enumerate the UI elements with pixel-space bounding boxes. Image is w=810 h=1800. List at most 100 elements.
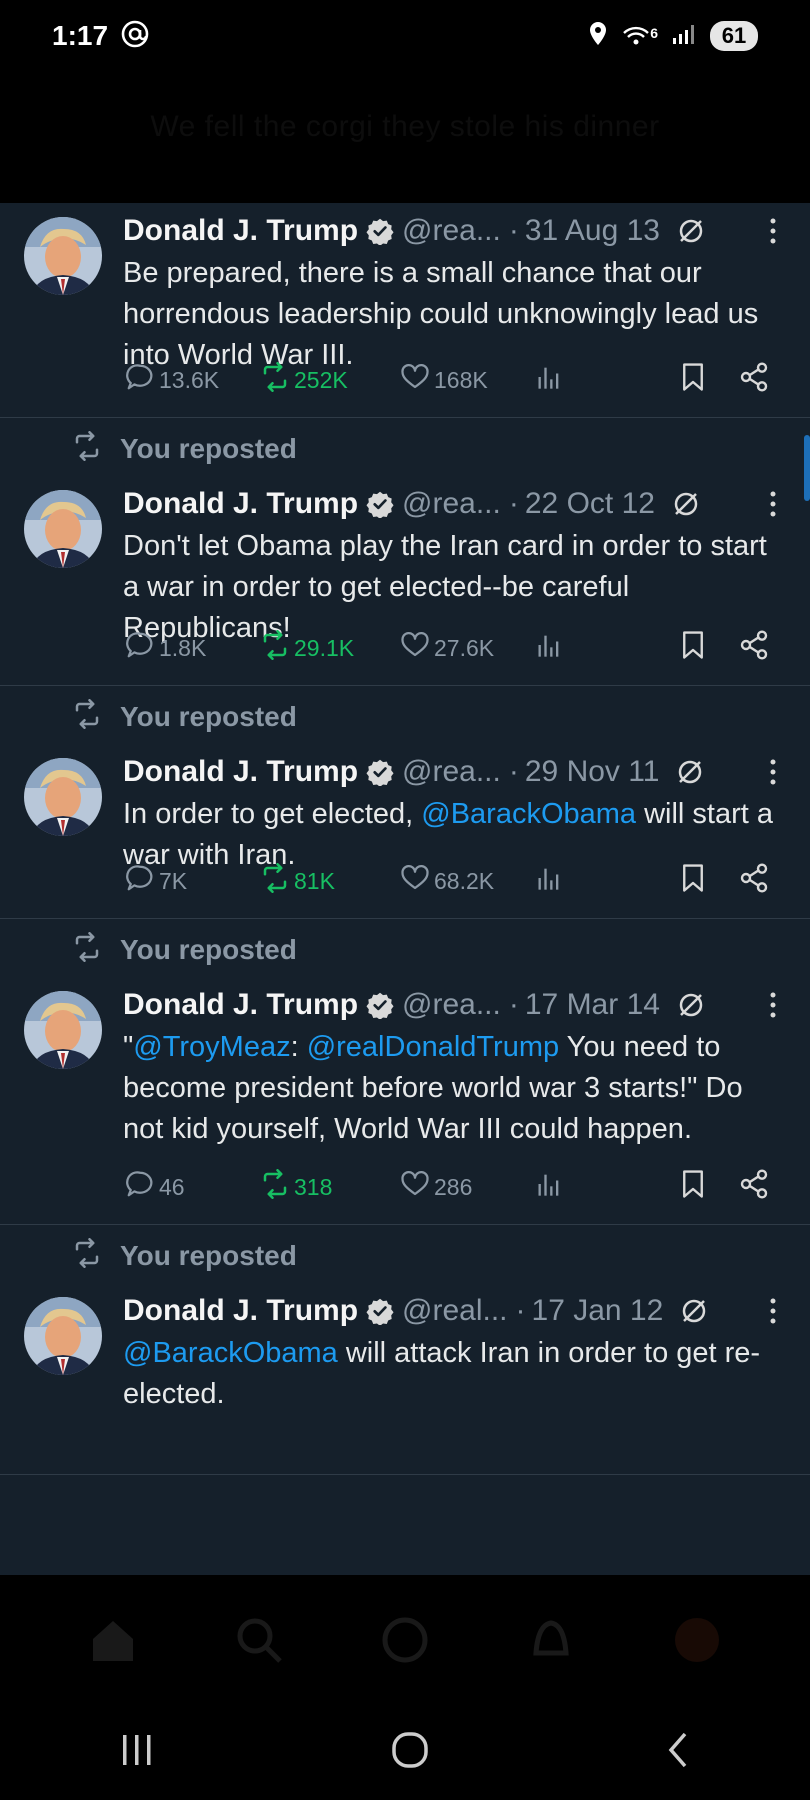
like-icon bbox=[400, 630, 430, 666]
more-vertical-icon[interactable] bbox=[768, 1296, 782, 1326]
slash-circle-icon[interactable] bbox=[675, 757, 705, 787]
author-handle[interactable]: @real... bbox=[402, 1294, 507, 1328]
bell-icon[interactable] bbox=[526, 1615, 576, 1665]
bookmark-button[interactable] bbox=[678, 1169, 708, 1205]
views-icon bbox=[535, 864, 563, 898]
post-header: Donald J. Trump @rea... · 29 Nov 11 bbox=[123, 752, 782, 792]
like-button[interactable]: 27.6K bbox=[400, 630, 535, 666]
more-vertical-icon[interactable] bbox=[768, 216, 782, 246]
more-vertical-icon[interactable] bbox=[768, 489, 782, 519]
location-icon bbox=[588, 21, 608, 52]
post[interactable]: You reposted Donald J. Trump @rea... · 2… bbox=[0, 686, 810, 919]
views-icon bbox=[535, 631, 563, 665]
views-button[interactable] bbox=[535, 864, 665, 898]
more-vertical-icon[interactable] bbox=[768, 990, 782, 1020]
author-name[interactable]: Donald J. Trump bbox=[123, 1294, 358, 1328]
profile-icon[interactable] bbox=[672, 1615, 722, 1665]
scrollbar-thumb[interactable] bbox=[804, 435, 810, 501]
reply-count: 13.6K bbox=[159, 366, 220, 393]
author-name[interactable]: Donald J. Trump bbox=[123, 755, 358, 789]
status-bar: 1:17 6 61 bbox=[0, 0, 810, 72]
search-icon[interactable] bbox=[234, 1615, 284, 1665]
repost-button[interactable]: 318 bbox=[260, 1169, 400, 1205]
repost-icon bbox=[260, 863, 290, 899]
post[interactable]: You reposted Donald J. Trump @rea... · 1… bbox=[0, 919, 810, 1225]
post[interactable]: You reposted Donald J. Trump @rea... · 2… bbox=[0, 418, 810, 686]
reply-button[interactable]: 7K bbox=[125, 863, 260, 899]
like-button[interactable]: 168K bbox=[400, 362, 535, 398]
post-text: "@TroyMeaz: @realDonaldTrump You need to… bbox=[123, 1027, 782, 1150]
ghost-caption: We fell the corgi they stole his dinner bbox=[150, 110, 660, 143]
like-button[interactable]: 68.2K bbox=[400, 863, 535, 899]
slash-circle-icon[interactable] bbox=[679, 1296, 709, 1326]
author-handle[interactable]: @rea... bbox=[402, 214, 501, 248]
avatar[interactable] bbox=[24, 217, 102, 295]
avatar[interactable] bbox=[24, 490, 102, 568]
post-text: Be prepared, there is a small chance tha… bbox=[123, 253, 782, 376]
avatar[interactable] bbox=[24, 758, 102, 836]
mention-link[interactable]: @TroyMeaz bbox=[133, 1031, 290, 1063]
repost-label: You reposted bbox=[120, 433, 297, 464]
author-name[interactable]: Donald J. Trump bbox=[123, 988, 358, 1022]
text-segment: " bbox=[123, 1031, 134, 1063]
mention-link[interactable]: @BarackObama bbox=[421, 798, 636, 830]
bookmark-icon bbox=[678, 1169, 708, 1205]
timeline-feed[interactable]: Donald J. Trump @rea... · 31 Aug 13 Be p… bbox=[0, 203, 810, 1575]
post[interactable]: You reposted Donald J. Trump @real... · … bbox=[0, 1225, 810, 1475]
back-icon[interactable] bbox=[663, 1730, 693, 1775]
post-date[interactable]: 17 Jan 12 bbox=[532, 1294, 664, 1328]
share-button[interactable] bbox=[738, 1168, 770, 1206]
reply-button[interactable]: 13.6K bbox=[125, 362, 260, 398]
mention-link[interactable]: @realDonaldTrump bbox=[307, 1031, 559, 1063]
author-name[interactable]: Donald J. Trump bbox=[123, 487, 358, 521]
verified-icon bbox=[366, 490, 394, 518]
author-name[interactable]: Donald J. Trump bbox=[123, 214, 358, 248]
mention-link[interactable]: @BarackObama bbox=[123, 1337, 338, 1369]
post-date[interactable]: 22 Oct 12 bbox=[525, 487, 655, 521]
share-button[interactable] bbox=[738, 862, 770, 900]
verified-icon bbox=[366, 1297, 394, 1325]
status-time: 1:17 bbox=[52, 20, 109, 51]
avatar[interactable] bbox=[24, 1297, 102, 1375]
author-handle[interactable]: @rea... bbox=[402, 988, 501, 1022]
slash-circle-icon[interactable] bbox=[676, 990, 706, 1020]
views-button[interactable] bbox=[535, 631, 665, 665]
home-icon[interactable] bbox=[88, 1615, 138, 1665]
slash-circle-icon[interactable] bbox=[676, 216, 706, 246]
like-icon bbox=[400, 362, 430, 398]
repost-button[interactable]: 29.1K bbox=[260, 630, 400, 666]
bookmark-button[interactable] bbox=[678, 630, 708, 666]
grok-icon[interactable] bbox=[380, 1615, 430, 1665]
repost-button[interactable]: 252K bbox=[260, 362, 400, 398]
reply-icon bbox=[125, 1169, 155, 1205]
share-button[interactable] bbox=[738, 629, 770, 667]
avatar[interactable] bbox=[24, 991, 102, 1069]
repost-count: 252K bbox=[294, 366, 348, 393]
share-icon bbox=[738, 862, 770, 900]
author-handle[interactable]: @rea... bbox=[402, 487, 501, 521]
repost-indicator: You reposted bbox=[72, 1237, 297, 1273]
author-handle[interactable]: @rea... bbox=[402, 755, 501, 789]
reply-button[interactable]: 46 bbox=[125, 1169, 260, 1205]
bottom-navigation bbox=[0, 1575, 810, 1705]
text-segment: Don't let Obama play the Iran card in or… bbox=[123, 530, 767, 644]
action-bar: 46 318 286 bbox=[125, 1167, 770, 1207]
share-button[interactable] bbox=[738, 361, 770, 399]
bookmark-button[interactable] bbox=[678, 863, 708, 899]
reply-button[interactable]: 1.8K bbox=[125, 630, 260, 666]
repost-icon bbox=[260, 1169, 290, 1205]
views-button[interactable] bbox=[535, 363, 665, 397]
post-date[interactable]: 17 Mar 14 bbox=[525, 988, 660, 1022]
slash-circle-icon[interactable] bbox=[671, 489, 701, 519]
home-circle-icon[interactable] bbox=[390, 1730, 430, 1775]
like-button[interactable]: 286 bbox=[400, 1169, 535, 1205]
more-vertical-icon[interactable] bbox=[768, 757, 782, 787]
post-date[interactable]: 29 Nov 11 bbox=[525, 755, 660, 789]
repost-button[interactable]: 81K bbox=[260, 863, 400, 899]
views-button[interactable] bbox=[535, 1170, 665, 1204]
post-date[interactable]: 31 Aug 13 bbox=[525, 214, 660, 248]
post[interactable]: Donald J. Trump @rea... · 31 Aug 13 Be p… bbox=[0, 203, 810, 418]
reply-count: 46 bbox=[159, 1173, 185, 1200]
recents-icon[interactable] bbox=[117, 1733, 157, 1772]
bookmark-button[interactable] bbox=[678, 362, 708, 398]
